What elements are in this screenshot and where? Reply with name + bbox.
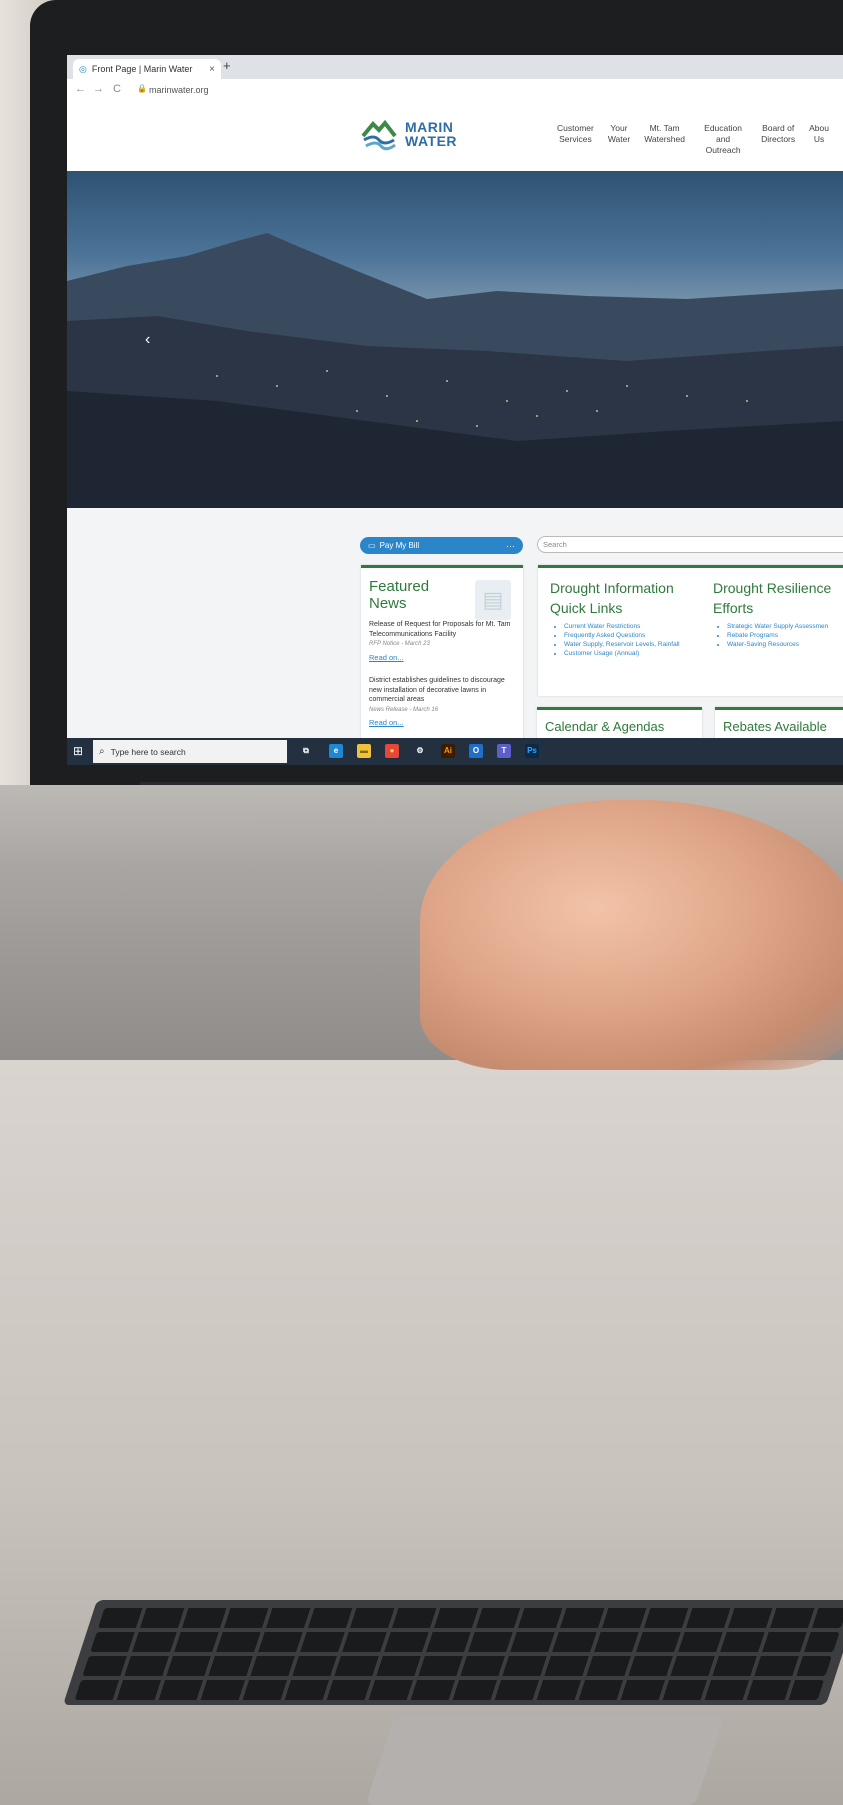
search-icon: ⌕ <box>99 746 105 757</box>
read-on-link[interactable]: Read on... <box>369 653 515 663</box>
drought-resilience-title: Drought Resilience Efforts <box>713 580 832 616</box>
nav-board-of-directors[interactable]: Board of Directors <box>761 123 795 156</box>
more-options-icon[interactable]: ··· <box>506 541 515 551</box>
rebates-title[interactable]: Rebates Available <box>723 719 843 734</box>
nav-customer-services[interactable]: Customer Services <box>557 123 594 156</box>
favicon-icon: ◎ <box>79 63 87 74</box>
keyboard <box>62 1600 843 1705</box>
key-row <box>74 1680 825 1700</box>
tab-close-icon[interactable]: × <box>209 64 215 75</box>
drought-info-title: Drought Information Quick Links <box>550 580 674 616</box>
file-explorer-icon[interactable]: ▬ <box>357 744 371 758</box>
logo-line-2: WATER <box>405 133 458 149</box>
nav-mt-tam-watershed[interactable]: Mt. Tam Watershed <box>644 123 685 156</box>
new-tab-button[interactable]: + <box>223 58 231 73</box>
taskbar-search-input[interactable]: ⌕ Type here to search <box>93 740 287 763</box>
drought-info-link[interactable]: Customer Usage (Annual) <box>564 649 680 658</box>
reload-icon[interactable]: C <box>113 83 121 95</box>
drought-resilience-link[interactable]: Strategic Water Supply Assessmen <box>727 622 831 631</box>
key-row <box>97 1608 843 1628</box>
site-logo[interactable]: MARIN WATER <box>359 113 479 155</box>
edge-icon[interactable]: e <box>329 744 343 758</box>
news-meta: RFP Notice - March 23 <box>369 641 430 647</box>
browser-tab-bar: ◎ Front Page | Marin Water × + <box>67 55 843 79</box>
newspaper-icon: ▤ <box>475 580 511 620</box>
url-input[interactable]: marinwater.org <box>149 85 209 95</box>
featured-news-card: Featured News ▤ Release of Request for P… <box>361 565 523 748</box>
drought-resilience-link[interactable]: Water-Saving Resources <box>727 640 831 649</box>
task-view-icon[interactable]: ⧉ <box>299 744 313 758</box>
news-item: District establishes guidelines to disco… <box>369 676 515 728</box>
logo-text: MARIN WATER <box>405 120 457 148</box>
forward-arrow-icon[interactable]: → <box>93 83 104 95</box>
nav-education-outreach[interactable]: Education and Outreach <box>699 123 747 156</box>
browser-tab[interactable]: ◎ Front Page | Marin Water × <box>73 59 221 79</box>
photoshop-icon[interactable]: Ps <box>525 744 539 758</box>
taskbar-search-placeholder: Type here to search <box>110 746 186 757</box>
user-hand <box>420 800 843 1070</box>
news-item: Release of Request for Proposals for Mt.… <box>369 620 515 662</box>
back-arrow-icon[interactable]: ← <box>75 83 86 95</box>
news-text: District establishes guidelines to disco… <box>369 677 505 703</box>
trackpad <box>365 1715 725 1805</box>
settings-icon[interactable]: ⚙ <box>413 744 427 758</box>
teams-icon[interactable]: T <box>497 744 511 758</box>
nav-about-us[interactable]: Abou Us <box>809 123 829 156</box>
illustrator-icon[interactable]: Ai <box>441 744 455 758</box>
drought-info-link[interactable]: Frequently Asked Questions <box>564 631 680 640</box>
logo-mark-icon <box>361 119 397 151</box>
logo-line-1: MARIN <box>405 119 454 135</box>
main-nav: Customer Services Your Water Mt. Tam Wat… <box>557 123 843 156</box>
address-bar: ← → C 🔒 marinwater.org <box>67 79 843 102</box>
carousel-prev-button[interactable]: ‹ <box>145 331 150 349</box>
key-row <box>82 1656 832 1676</box>
pay-bill-button[interactable]: ▭ Pay My Bill ··· <box>360 537 523 554</box>
nav-your-water[interactable]: Your Water <box>608 123 630 156</box>
laptop-screen: ◎ Front Page | Marin Water × + ← → C 🔒 m… <box>67 55 843 765</box>
hero-landscape-image <box>67 233 843 508</box>
news-text: Release of Request for Proposals for Mt.… <box>369 621 511 638</box>
hero-carousel: ‹ <box>67 171 843 508</box>
drought-resilience-column: Drought Resilience Efforts Strategic Wat… <box>713 578 831 649</box>
drought-info-link[interactable]: Current Water Restrictions <box>564 622 680 631</box>
chrome-icon[interactable]: ● <box>385 744 399 758</box>
drought-info-column: Drought Information Quick Links Current … <box>550 578 680 658</box>
site-search-input[interactable]: Search <box>537 536 843 553</box>
calendar-title[interactable]: Calendar & Agendas <box>545 719 702 734</box>
drought-resilience-link[interactable]: Rebate Programs <box>727 631 831 640</box>
windows-taskbar: ⊞ ⌕ Type here to search ⧉ e ▬ ● ⚙ Ai O T… <box>67 738 843 765</box>
drought-card: Drought Information Quick Links Current … <box>538 565 843 696</box>
lock-icon: 🔒 <box>137 84 147 93</box>
windows-start-icon[interactable]: ⊞ <box>73 744 87 758</box>
tab-title: Front Page | Marin Water <box>91 64 193 74</box>
read-on-link[interactable]: Read on... <box>369 718 515 728</box>
site-header: MARIN WATER Customer Services Your Water… <box>67 101 843 171</box>
pay-bill-label: Pay My Bill <box>379 541 420 550</box>
outlook-icon[interactable]: O <box>469 744 483 758</box>
credit-card-icon: ▭ <box>368 541 376 550</box>
key-row <box>90 1632 840 1652</box>
news-meta: News Release - March 16 <box>369 706 439 713</box>
drought-info-link[interactable]: Water Supply, Reservoir Levels, Rainfall <box>564 640 680 649</box>
